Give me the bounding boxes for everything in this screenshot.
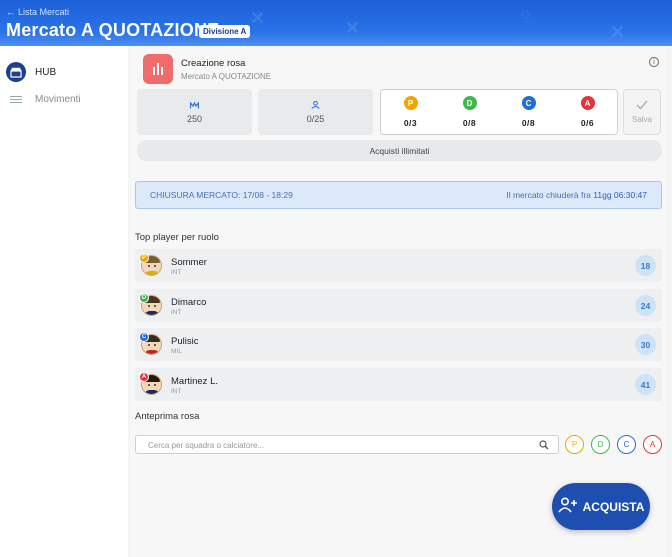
player-name: Martinez L. [171,376,218,387]
role-c-badge: C [521,96,536,110]
role-count: 0/3 [403,118,418,128]
sidebar-item-label: HUB [35,66,57,78]
player-row[interactable]: D Dimarco INT 24 [135,289,662,322]
player-value-badge: 41 [635,374,656,395]
filter-role-d[interactable]: D [591,435,610,454]
player-name: Dimarco [171,297,207,308]
player-value-badge: 30 [635,334,656,355]
role-counters: P 0/3 D 0/8 C 0/8 A 0/6 [380,89,618,135]
add-user-icon [557,497,578,516]
roster-stat: 0/25 [258,89,373,135]
role-counter-a: A 0/6 [580,96,595,128]
store-icon [6,62,26,82]
arrow-left-icon: ← [6,7,15,17]
countdown-value: 11gg 06:30:47 [593,190,647,200]
check-icon [636,100,648,112]
player-team: INT [171,269,182,276]
creation-subtitle: Mercato A QUOTAZIONE [181,72,272,81]
role-p-badge: P [403,96,418,110]
role-a-badge: A [139,372,149,382]
sidebar-item-hub[interactable]: HUB [6,62,56,82]
player-row[interactable]: C Pulisic MIL 30 [135,328,662,361]
roster-value: 0/25 [306,113,325,124]
user-icon [311,100,320,111]
filter-role-c[interactable]: C [617,435,636,454]
role-counter-p: P 0/3 [403,96,418,128]
player-team: MIL [171,348,182,355]
top-players-title: Top player per ruolo [135,232,219,243]
closing-countdown: Il mercato chiuderà fra 11gg 06:30:47 [506,190,647,200]
roster-preview-title: Anteprima rosa [135,411,200,422]
sidebar-item-movimenti[interactable]: Movimenti [10,94,81,105]
role-p-badge: P [139,253,149,263]
role-c-badge: C [139,332,149,342]
credits-icon [189,100,200,111]
player-search [135,435,559,454]
top-header: ✕ ✕ ○ ✕ ← Lista Mercati Mercato A QUOTAZ… [0,0,672,46]
save-button[interactable]: Salva [623,89,661,135]
role-counter-c: C 0/8 [521,96,536,128]
tactics-decoration: ✕ [250,8,266,28]
player-value-badge: 18 [635,255,656,276]
bar-chart-icon [143,54,173,84]
filter-role-a[interactable]: A [643,435,662,454]
search-icon[interactable] [539,440,549,450]
player-value-badge: 24 [635,295,656,316]
filter-role-p[interactable]: P [565,435,584,454]
closing-date: CHIUSURA MERCATO: 17/08 - 18:29 [150,190,293,200]
countdown-prefix: Il mercato chiuderà fra [506,190,594,200]
role-count: 0/6 [580,118,595,128]
player-team: INT [171,309,182,316]
back-link[interactable]: ← Lista Mercati [6,7,69,17]
market-closing-banner: CHIUSURA MERCATO: 17/08 - 18:29 Il merca… [135,181,662,209]
save-label: Salva [631,115,652,124]
main-panel: Creazione rosa Mercato A QUOTAZIONE i 25… [130,46,667,557]
division-badge: Divisione A [199,25,251,38]
player-team: INT [171,388,182,395]
tactics-decoration: ✕ [610,22,626,42]
sidebar [0,46,128,557]
buy-button-label: ACQUISTA [582,499,645,514]
role-count: 0/8 [521,118,536,128]
budget-stat: 250 [137,89,252,135]
tactics-decoration: ○ [520,4,531,24]
unlimited-purchases-button[interactable]: Acquisti illimitati [137,140,662,161]
search-input[interactable] [148,438,528,452]
budget-value: 250 [186,113,203,124]
player-row[interactable]: P Sommer INT 18 [135,249,662,282]
list-icon [10,96,22,103]
roster-creation-card: Creazione rosa Mercato A QUOTAZIONE i 25… [135,49,667,161]
page-title: Mercato A QUOTAZIONE [6,20,220,40]
buy-button[interactable]: ACQUISTA [552,483,650,530]
role-d-badge: D [462,96,477,110]
creation-title: Creazione rosa [181,58,246,69]
role-a-badge: A [580,96,595,110]
role-counter-d: D 0/8 [462,96,477,128]
info-icon[interactable]: i [649,57,659,67]
role-count: 0/8 [462,118,477,128]
role-d-badge: D [139,293,149,303]
sidebar-item-label: Movimenti [35,94,81,105]
player-name: Sommer [171,257,207,268]
player-name: Pulisic [171,336,199,347]
player-row[interactable]: A Martinez L. INT 41 [135,368,662,401]
tactics-decoration: ✕ [345,18,361,38]
back-link-label: Lista Mercati [18,7,70,17]
